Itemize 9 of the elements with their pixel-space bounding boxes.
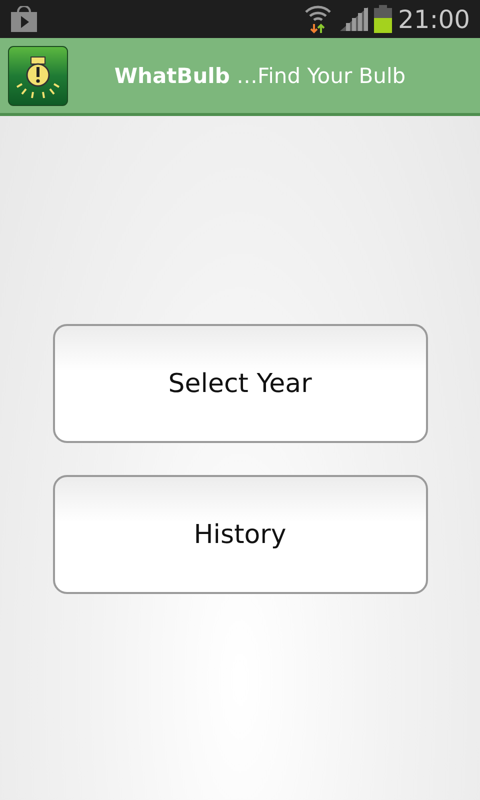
menu-button[interactable]: Select Year <box>52 324 428 443</box>
status-time: 21:00 <box>398 4 470 34</box>
signal-icon <box>340 7 368 31</box>
wifi-icon <box>304 4 332 34</box>
menu-button[interactable]: History <box>52 475 428 594</box>
app-title: WhatBulb …Find Your Bulb <box>113 64 407 88</box>
battery-icon <box>374 5 392 33</box>
store-icon <box>10 6 38 32</box>
bulb-logo-icon <box>8 46 68 106</box>
